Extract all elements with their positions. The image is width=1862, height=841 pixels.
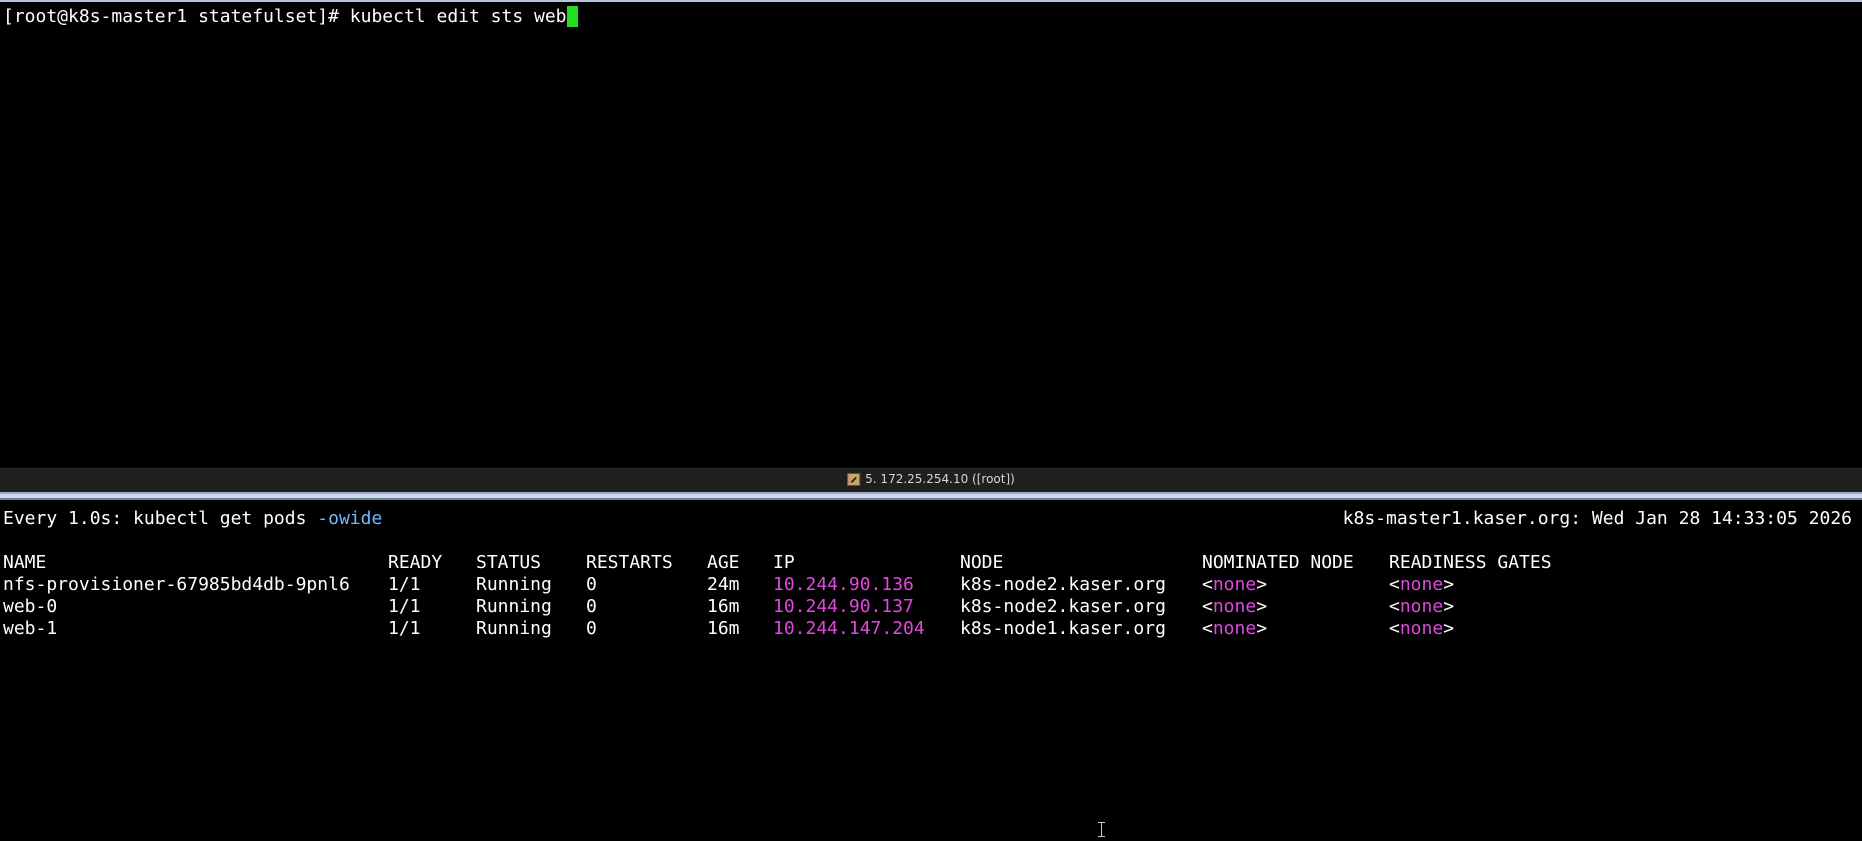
watch-header-left: Every 1.0s: kubectl get pods -owide: [3, 508, 382, 530]
pod-ip: 10.244.90.137: [773, 596, 914, 617]
col-node: NODE: [960, 552, 1004, 573]
session-title: 5. 172.25.254.10 ([root]): [865, 472, 1015, 486]
tool-icon: [847, 472, 861, 486]
pod-readiness-gates: <none>: [1389, 574, 1455, 595]
shell-prompt: [root@k8s-master1 statefulset]#: [3, 6, 350, 27]
pod-age: 16m: [707, 618, 740, 639]
pod-ready: 1/1: [388, 596, 421, 617]
watch-header-right: k8s-master1.kaser.org: Wed Jan 28 14:33:…: [1342, 508, 1852, 529]
col-nominated-node: NOMINATED NODE: [1202, 552, 1354, 573]
col-ready: READY: [388, 552, 443, 573]
col-status: STATUS: [476, 552, 542, 573]
session-title-bar[interactable]: 5. 172.25.254.10 ([root]): [0, 468, 1862, 492]
pane-splitter[interactable]: [0, 492, 1862, 500]
pod-name: web-1: [3, 618, 58, 639]
pod-status: Running: [476, 574, 552, 595]
pod-nominated-node: <none>: [1202, 596, 1268, 617]
pod-restarts: 0: [586, 574, 597, 595]
pod-age: 16m: [707, 596, 740, 617]
pod-ip: 10.244.147.204: [773, 618, 925, 639]
col-ip: IP: [773, 552, 795, 573]
pod-ready: 1/1: [388, 574, 421, 595]
pod-readiness-gates: <none>: [1389, 618, 1455, 639]
pod-nominated-node: <none>: [1202, 618, 1268, 639]
pod-name: web-0: [3, 596, 58, 617]
typed-command: kubectl edit sts web: [349, 6, 567, 27]
col-readiness-gates: READINESS GATES: [1389, 552, 1552, 573]
pod-ip: 10.244.90.136: [773, 574, 914, 595]
pod-readiness-gates: <none>: [1389, 596, 1455, 617]
text-cursor: [566, 6, 578, 27]
watch-command: Every 1.0s: kubectl get pods: [3, 508, 318, 529]
pod-node: k8s-node1.kaser.org: [960, 618, 1166, 639]
pod-age: 24m: [707, 574, 740, 595]
prompt-line: [root@k8s-master1 statefulset]# kubectl …: [3, 6, 578, 28]
col-name: NAME: [3, 552, 47, 573]
terminal-pane-top[interactable]: [root@k8s-master1 statefulset]# kubectl …: [0, 2, 1862, 468]
pod-nominated-node: <none>: [1202, 574, 1268, 595]
pod-name: nfs-provisioner-67985bd4db-9pnl6: [3, 574, 350, 595]
terminal-pane-bottom[interactable]: Every 1.0s: kubectl get pods -owide k8s-…: [0, 500, 1862, 841]
pod-status: Running: [476, 596, 552, 617]
watch-flag: -owide: [317, 508, 383, 529]
pod-ready: 1/1: [388, 618, 421, 639]
pod-restarts: 0: [586, 596, 597, 617]
col-restarts: RESTARTS: [586, 552, 673, 573]
pod-node: k8s-node2.kaser.org: [960, 596, 1166, 617]
pod-restarts: 0: [586, 618, 597, 639]
pod-status: Running: [476, 618, 552, 639]
mouse-ibeam-icon: [1097, 822, 1106, 837]
pod-node: k8s-node2.kaser.org: [960, 574, 1166, 595]
col-age: AGE: [707, 552, 740, 573]
